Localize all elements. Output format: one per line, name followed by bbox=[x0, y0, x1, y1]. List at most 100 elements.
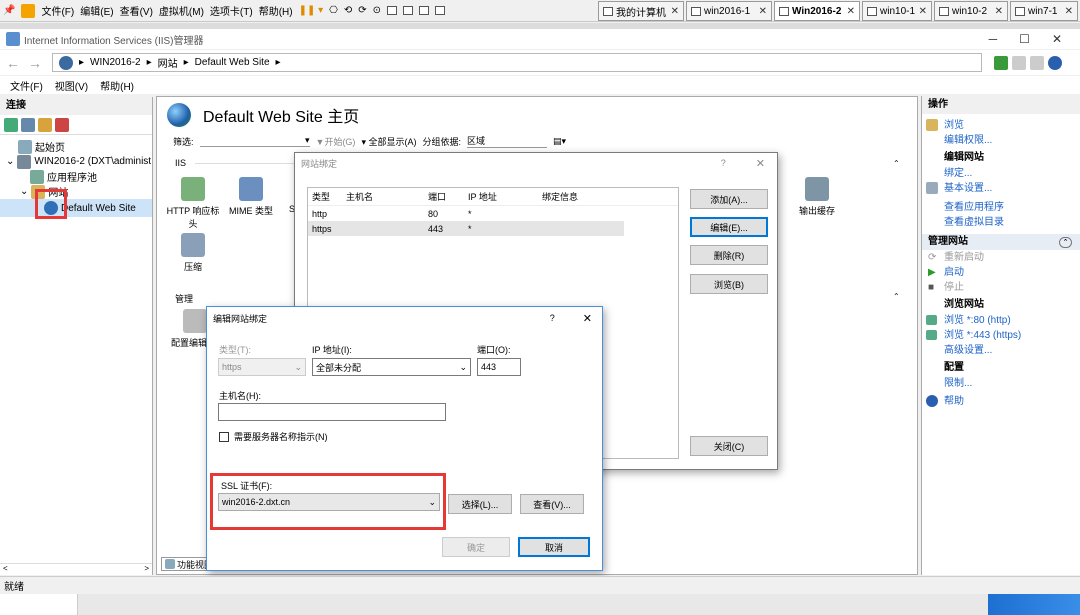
snapshot-icon[interactable]: ⟲ bbox=[341, 0, 355, 22]
pin-icon[interactable]: 📌 bbox=[0, 0, 18, 22]
pause-icon[interactable]: ❚❚ ▾ bbox=[296, 0, 327, 22]
menu-view[interactable]: 视图(V) bbox=[49, 78, 94, 93]
binding-row-http[interactable]: http 80 * bbox=[308, 206, 624, 221]
tree-sites[interactable]: ⌄ 网站 bbox=[0, 184, 152, 199]
remove-binding-button[interactable]: 删除(R) bbox=[690, 245, 768, 265]
vm-menu-edit[interactable]: 编辑(E) bbox=[77, 0, 116, 22]
vm-menu-help[interactable]: 帮助(H) bbox=[256, 0, 296, 22]
cancel-button[interactable]: 取消 bbox=[518, 537, 590, 557]
network-icon[interactable]: ⎔ bbox=[326, 0, 341, 22]
feature-compression[interactable]: 压缩 bbox=[165, 233, 221, 273]
action-view-apps[interactable]: 查看应用程序 bbox=[922, 200, 1080, 215]
vm-menu-tabs[interactable]: 选项卡(T) bbox=[207, 0, 256, 22]
action-start[interactable]: ▶ 启动 bbox=[922, 265, 1080, 280]
binding-row-https[interactable]: https 443 * bbox=[308, 221, 624, 236]
action-basic-settings[interactable]: 基本设置... bbox=[922, 181, 1080, 196]
breadcrumb-server[interactable]: WIN2016-2 bbox=[90, 57, 141, 68]
menu-help[interactable]: 帮助(H) bbox=[94, 78, 140, 93]
vm-tab-win10-1[interactable]: win10-1 ✕ bbox=[862, 1, 932, 21]
bindings-help-icon[interactable]: ? bbox=[721, 158, 726, 168]
sni-checkbox[interactable] bbox=[219, 431, 229, 442]
col-port[interactable]: 端口 bbox=[428, 190, 468, 203]
vm-menu-view[interactable]: 查看(V) bbox=[117, 0, 156, 22]
tree-default-site[interactable]: Default Web Site bbox=[0, 199, 152, 217]
action-stop[interactable]: ■ 停止 bbox=[922, 280, 1080, 295]
close-icon[interactable]: ✕ bbox=[847, 6, 855, 17]
ssl-select[interactable]: win2016-2.dxt.cn ⌄ bbox=[218, 493, 440, 511]
tree-hscrollbar[interactable]: < > bbox=[0, 563, 152, 575]
select-cert-button[interactable]: 选择(L)... bbox=[448, 494, 512, 514]
connect-icon[interactable] bbox=[4, 117, 18, 132]
edit-close-icon[interactable]: ✕ bbox=[583, 312, 592, 325]
close-icon[interactable]: ✕ bbox=[1065, 6, 1073, 17]
help-icon[interactable] bbox=[1048, 55, 1062, 70]
vm-tab-win2016-1[interactable]: win2016-1 ✕ bbox=[686, 1, 772, 21]
action-edit-perms[interactable]: 编辑权限... bbox=[922, 133, 1080, 148]
filter-input[interactable]: ▾ bbox=[199, 135, 310, 147]
view-unity-icon[interactable] bbox=[416, 0, 432, 22]
snapshot-manager-icon[interactable]: ⊙ bbox=[370, 0, 384, 22]
view-console-icon[interactable] bbox=[384, 0, 400, 22]
save-icon[interactable] bbox=[21, 117, 35, 132]
group-by-select[interactable]: 区域 bbox=[466, 134, 547, 148]
collapse-manage-icon[interactable]: ⌃ bbox=[893, 292, 900, 301]
add-binding-button[interactable]: 添加(A)... bbox=[690, 189, 768, 209]
close-window-icon[interactable]: ✕ bbox=[1052, 32, 1062, 46]
sni-checkbox-row[interactable]: 需要服务器名称指示(N) bbox=[219, 430, 328, 443]
vm-menu-vm[interactable]: 虚拟机(M) bbox=[156, 0, 207, 22]
home-icon[interactable] bbox=[1030, 55, 1044, 70]
close-icon[interactable]: ✕ bbox=[671, 6, 679, 17]
col-ip[interactable]: IP 地址 bbox=[468, 190, 542, 203]
port-input[interactable]: 443 bbox=[477, 358, 521, 376]
view-stretch-icon[interactable] bbox=[432, 0, 448, 22]
vm-tab-win10-2[interactable]: win10-2 ✕ bbox=[934, 1, 1008, 21]
action-limits[interactable]: 限制... bbox=[922, 376, 1080, 391]
view-mode-icon[interactable]: ▤▾ bbox=[553, 136, 566, 147]
edit-help-icon[interactable]: ? bbox=[550, 313, 555, 323]
snapshot-restore-icon[interactable]: ⟳ bbox=[355, 0, 369, 22]
col-host[interactable]: 主机名 bbox=[346, 190, 428, 203]
tree-start-page[interactable]: 起始页 bbox=[0, 139, 152, 154]
back-icon[interactable]: ← bbox=[6, 55, 20, 71]
vm-tab-win2016-2[interactable]: Win2016-2 ✕ bbox=[774, 1, 860, 21]
host-input[interactable] bbox=[218, 403, 446, 421]
show-all-button[interactable]: ▾ 全部显示(A) bbox=[361, 135, 416, 148]
view-fullscreen-icon[interactable] bbox=[400, 0, 416, 22]
vm-tab-win7-1[interactable]: win7-1 ✕ bbox=[1010, 1, 1078, 21]
breadcrumb-sites[interactable]: 网站 bbox=[158, 55, 178, 70]
close-bindings-button[interactable]: 关闭(C) bbox=[690, 436, 768, 456]
vm-menu-file[interactable]: 文件(F) bbox=[38, 0, 77, 22]
close-icon[interactable]: ✕ bbox=[759, 6, 767, 17]
view-cert-button[interactable]: 查看(V)... bbox=[520, 494, 584, 514]
collapse-icon[interactable]: ⌃ bbox=[1059, 236, 1072, 248]
action-view-vdirs[interactable]: 查看虚拟目录 bbox=[922, 215, 1080, 230]
feature-http-headers[interactable]: HTTP 响应标头 bbox=[165, 177, 221, 230]
col-info[interactable]: 绑定信息 bbox=[542, 190, 578, 203]
action-help[interactable]: 帮助 bbox=[922, 394, 1080, 409]
close-icon[interactable]: ✕ bbox=[995, 6, 1003, 17]
ip-select[interactable]: 全部未分配 ⌄ bbox=[312, 358, 471, 376]
action-browse-http[interactable]: 浏览 *:80 (http) bbox=[922, 313, 1080, 328]
start-button[interactable]: ▼开始(G) bbox=[316, 135, 356, 148]
maximize-icon[interactable]: ☐ bbox=[1019, 32, 1030, 46]
col-type[interactable]: 类型 bbox=[308, 190, 346, 203]
tree-app-pools[interactable]: 应用程序池 bbox=[0, 169, 152, 184]
disconnect-icon[interactable] bbox=[55, 117, 69, 132]
breadcrumb[interactable]: ▸ WIN2016-2 ▸ 网站 ▸ Default Web Site ▸ bbox=[52, 53, 982, 72]
action-restart[interactable]: ⟳ 重新启动 bbox=[922, 250, 1080, 265]
action-browse[interactable]: 浏览 bbox=[922, 118, 1080, 133]
bindings-close-icon[interactable]: ✕ bbox=[756, 157, 765, 170]
forward-icon[interactable]: → bbox=[28, 55, 42, 71]
collapse-iis-icon[interactable]: ⌃ bbox=[893, 159, 900, 168]
action-browse-https[interactable]: 浏览 *:443 (https) bbox=[922, 328, 1080, 343]
action-bindings[interactable]: 绑定... bbox=[922, 166, 1080, 181]
type-select[interactable]: https ⌄ bbox=[218, 358, 306, 376]
browse-binding-button[interactable]: 浏览(B) bbox=[690, 274, 768, 294]
feature-output-cache[interactable]: 输出缓存 bbox=[789, 177, 845, 217]
edit-binding-button[interactable]: 编辑(E)... bbox=[690, 217, 768, 237]
refresh-icon[interactable] bbox=[994, 55, 1008, 70]
feature-mime-types[interactable]: MIME 类型 bbox=[223, 177, 279, 217]
action-advanced[interactable]: 高级设置... bbox=[922, 343, 1080, 358]
stop-icon[interactable] bbox=[1012, 55, 1026, 70]
vm-tab-my-computer[interactable]: 我的计算机 ✕ bbox=[598, 1, 684, 21]
